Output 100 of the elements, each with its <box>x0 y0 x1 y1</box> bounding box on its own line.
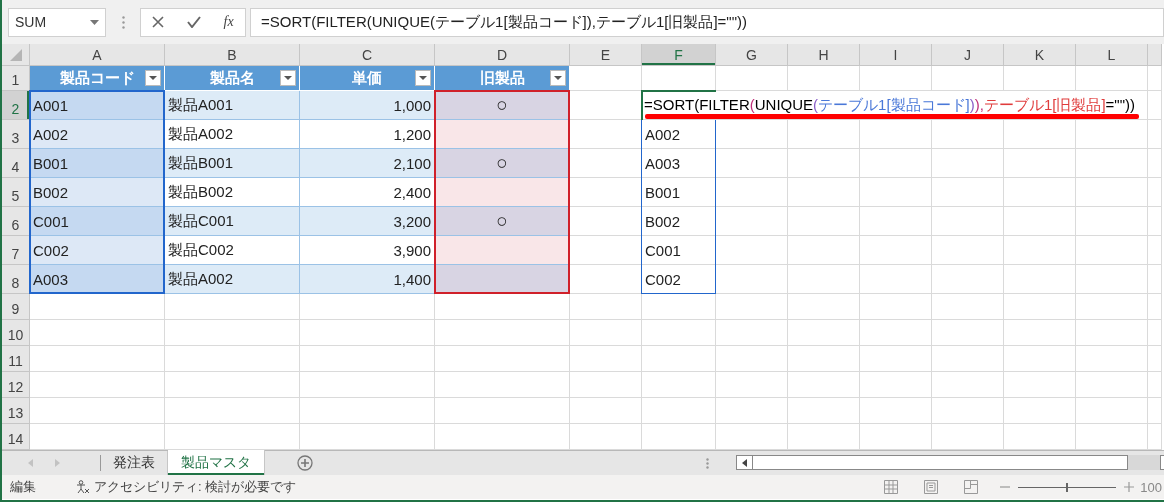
empty-cell <box>932 178 1004 207</box>
drag-handle-icon[interactable] <box>121 15 125 29</box>
formula-text: =SORT(FILTER(UNIQUE(テーブル1[製品コード])),テーブル1[旧製品]="")) <box>643 95 1135 115</box>
check-icon[interactable] <box>186 16 201 28</box>
caret-icon <box>419 76 427 80</box>
zoom-in-icon[interactable] <box>1124 482 1135 492</box>
empty-cell <box>1004 207 1076 236</box>
column-header[interactable]: H <box>788 44 860 66</box>
column-header[interactable]: G <box>716 44 788 66</box>
filter-button[interactable] <box>145 70 161 86</box>
accessibility-status[interactable]: アクセシビリティ: 検討が必要です <box>94 478 297 496</box>
empty-cell <box>860 265 932 294</box>
mode-label: 編集 <box>10 478 36 496</box>
filter-button[interactable] <box>550 70 566 86</box>
empty-cell <box>1148 149 1162 178</box>
empty-cell <box>1004 320 1076 346</box>
empty-cell <box>1076 149 1148 178</box>
row-header[interactable]: 8 <box>2 265 30 294</box>
empty-cell <box>788 149 860 178</box>
table-cell: 2,100 <box>300 149 435 178</box>
empty-cell <box>1148 398 1162 424</box>
column-header[interactable]: A <box>30 44 165 66</box>
empty-cell <box>1076 207 1148 236</box>
slider-thumb[interactable] <box>1066 482 1069 492</box>
empty-cell <box>1076 398 1148 424</box>
empty-cell <box>1004 294 1076 320</box>
empty-cell <box>1148 120 1162 149</box>
table-cell: 製品C002 <box>165 236 300 265</box>
row-header[interactable]: 5 <box>2 178 30 207</box>
empty-cell <box>570 346 642 372</box>
row-header[interactable]: 10 <box>2 320 30 346</box>
column-header[interactable]: B <box>165 44 300 66</box>
row-header[interactable]: 13 <box>2 398 30 424</box>
empty-cell <box>1004 398 1076 424</box>
empty-cell <box>860 346 932 372</box>
formula-field[interactable]: =SORT(FILTER(UNIQUE(テーブル1[製品コード]),テーブル1[旧製品]="")) <box>250 7 1164 37</box>
empty-cell <box>716 236 788 265</box>
row-header[interactable]: 12 <box>2 372 30 398</box>
row-header[interactable]: 7 <box>2 236 30 265</box>
empty-cell <box>788 236 860 265</box>
empty-cell <box>1148 294 1162 320</box>
row-header[interactable]: 2 <box>2 91 30 120</box>
row-header[interactable]: 1 <box>2 66 30 91</box>
column-header[interactable]: D <box>435 44 570 66</box>
empty-cell <box>932 265 1004 294</box>
empty-cell <box>932 207 1004 236</box>
page-layout-icon[interactable] <box>924 480 939 494</box>
table-cell: 製品A001 <box>165 91 300 120</box>
accessibility-icon[interactable] <box>76 480 90 494</box>
empty-cell <box>716 149 788 178</box>
sheet-tab[interactable]: 製品マスタ <box>168 450 265 475</box>
empty-cell <box>570 294 642 320</box>
caret-icon <box>149 76 157 80</box>
empty-cell <box>1076 294 1148 320</box>
caret-icon <box>284 76 292 80</box>
cancel-icon[interactable] <box>152 16 165 28</box>
empty-cell <box>716 294 788 320</box>
header-label: 製品名 <box>209 68 255 88</box>
empty-cell <box>788 265 860 294</box>
page-break-icon[interactable] <box>964 480 979 494</box>
table-cell: C002 <box>642 265 716 294</box>
filter-button[interactable] <box>415 70 431 86</box>
scroll-left-icon[interactable] <box>742 458 747 467</box>
row-header[interactable]: 9 <box>2 294 30 320</box>
empty-cell <box>860 294 932 320</box>
column-header[interactable]: J <box>932 44 1004 66</box>
empty-cell <box>570 372 642 398</box>
empty-cell <box>716 372 788 398</box>
empty-cell <box>1148 236 1162 265</box>
empty-cell <box>1076 236 1148 265</box>
column-header[interactable]: F <box>642 44 716 66</box>
column-header[interactable]: E <box>570 44 642 66</box>
row-header[interactable]: 6 <box>2 207 30 236</box>
grid-view-icon[interactable] <box>884 480 899 494</box>
row-header[interactable]: 11 <box>2 346 30 372</box>
column-header[interactable]: I <box>860 44 932 66</box>
insert-function-button[interactable]: fx <box>223 14 234 30</box>
horizontal-scrollbar[interactable] <box>736 455 1128 470</box>
caret-icon[interactable] <box>90 19 99 25</box>
empty-cell <box>1076 265 1148 294</box>
name-box[interactable]: SUM <box>8 7 106 37</box>
row-header[interactable]: 4 <box>2 149 30 178</box>
empty-cell <box>932 372 1004 398</box>
filter-button[interactable] <box>280 70 296 86</box>
empty-cell <box>860 398 932 424</box>
table-cell: C002 <box>30 236 165 265</box>
table-cell: B002 <box>642 207 716 236</box>
empty-cell <box>860 372 932 398</box>
row-header[interactable]: 3 <box>2 120 30 149</box>
add-sheet-icon[interactable] <box>297 455 313 471</box>
column-header[interactable]: L <box>1076 44 1148 66</box>
empty-cell <box>1076 178 1148 207</box>
table-cell: A003 <box>642 149 716 178</box>
name-box-value: SUM <box>15 14 47 30</box>
empty-cell <box>1148 265 1162 294</box>
column-header[interactable]: K <box>1004 44 1076 66</box>
column-header[interactable]: C <box>300 44 435 66</box>
drag-handle-icon[interactable] <box>706 457 709 469</box>
empty-cell <box>932 66 1004 91</box>
row-header[interactable]: 14 <box>2 424 30 450</box>
